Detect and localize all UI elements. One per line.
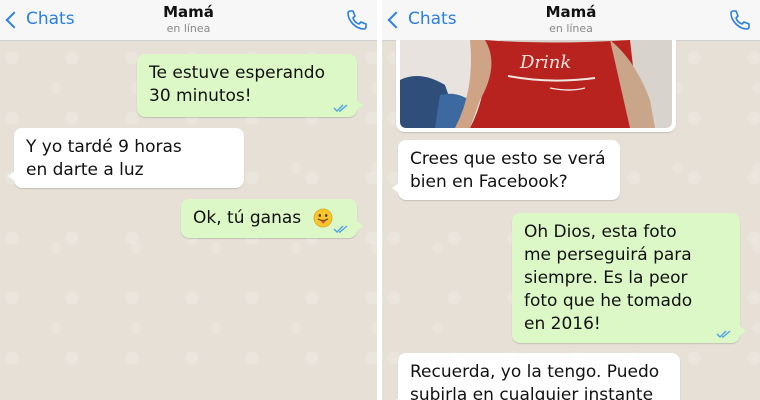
message-bubble-outgoing[interactable]: Ok, tú ganas (181, 199, 363, 238)
read-ticks-icon (716, 330, 731, 338)
message-text-line: Te estuve esperando (149, 63, 325, 83)
contact-name[interactable]: Mamá (0, 3, 377, 21)
read-ticks-icon (333, 225, 348, 233)
chat-header: Chats Mamá en línea (382, 0, 760, 41)
contact-name[interactable]: Mamá (382, 3, 760, 21)
message-text-line: en 2016! (524, 314, 601, 334)
photo-message[interactable]: Drink (396, 40, 676, 132)
screenshot-collage: Chats Mamá en línea Te estuve esperando … (0, 0, 760, 400)
contact-status: en línea (166, 22, 211, 35)
message-text: Ok, tú ganas (193, 208, 302, 228)
contact-status: en línea (549, 22, 593, 35)
message-text-line: Crees que esto se verá (410, 149, 606, 169)
message-text-line: Oh Dios, esta foto (524, 222, 677, 242)
photo-image[interactable]: Drink (400, 40, 672, 128)
chat-screen-left: Chats Mamá en línea Te estuve esperando … (0, 0, 377, 400)
message-text-line: me perseguirá para (524, 245, 692, 265)
message-bubble-incoming[interactable]: Recuerda, yo la tengo. Puedo subirla en … (392, 353, 680, 400)
message-text-line: 30 minutos! (149, 86, 252, 106)
tongue-face-icon (313, 208, 332, 228)
photo-shirt-text: Drink (519, 52, 571, 73)
message-bubble-outgoing[interactable]: Te estuve esperando 30 minutos! (137, 54, 363, 117)
read-ticks-icon (333, 104, 348, 112)
message-text-line: bien en Facebook? (410, 172, 568, 192)
message-text-line: Recuerda, yo la tengo. Puedo (410, 362, 660, 382)
message-text-line: en darte a luz (26, 160, 144, 180)
phone-icon[interactable] (728, 8, 752, 32)
chat-screen-right: Chats Mamá en línea Drink Crees que esto… (382, 0, 760, 400)
message-text-line: siempre. Es la peor (524, 268, 688, 288)
phone-icon[interactable] (345, 8, 369, 32)
message-text-line: foto que he tomado (524, 291, 693, 311)
photo-image-art: Drink (400, 40, 672, 128)
message-bubble-incoming[interactable]: Crees que esto se verá bien en Facebook? (392, 140, 620, 200)
message-bubble-outgoing[interactable]: Oh Dios, esta foto me perseguirá para si… (512, 213, 746, 343)
message-bubble-incoming[interactable]: Y yo tardé 9 horas en darte a luz (8, 128, 244, 188)
message-text-line: subirla en cualquier instante (410, 385, 654, 400)
chat-header: Chats Mamá en línea (0, 0, 377, 41)
message-text-line: Y yo tardé 9 horas (26, 137, 182, 157)
